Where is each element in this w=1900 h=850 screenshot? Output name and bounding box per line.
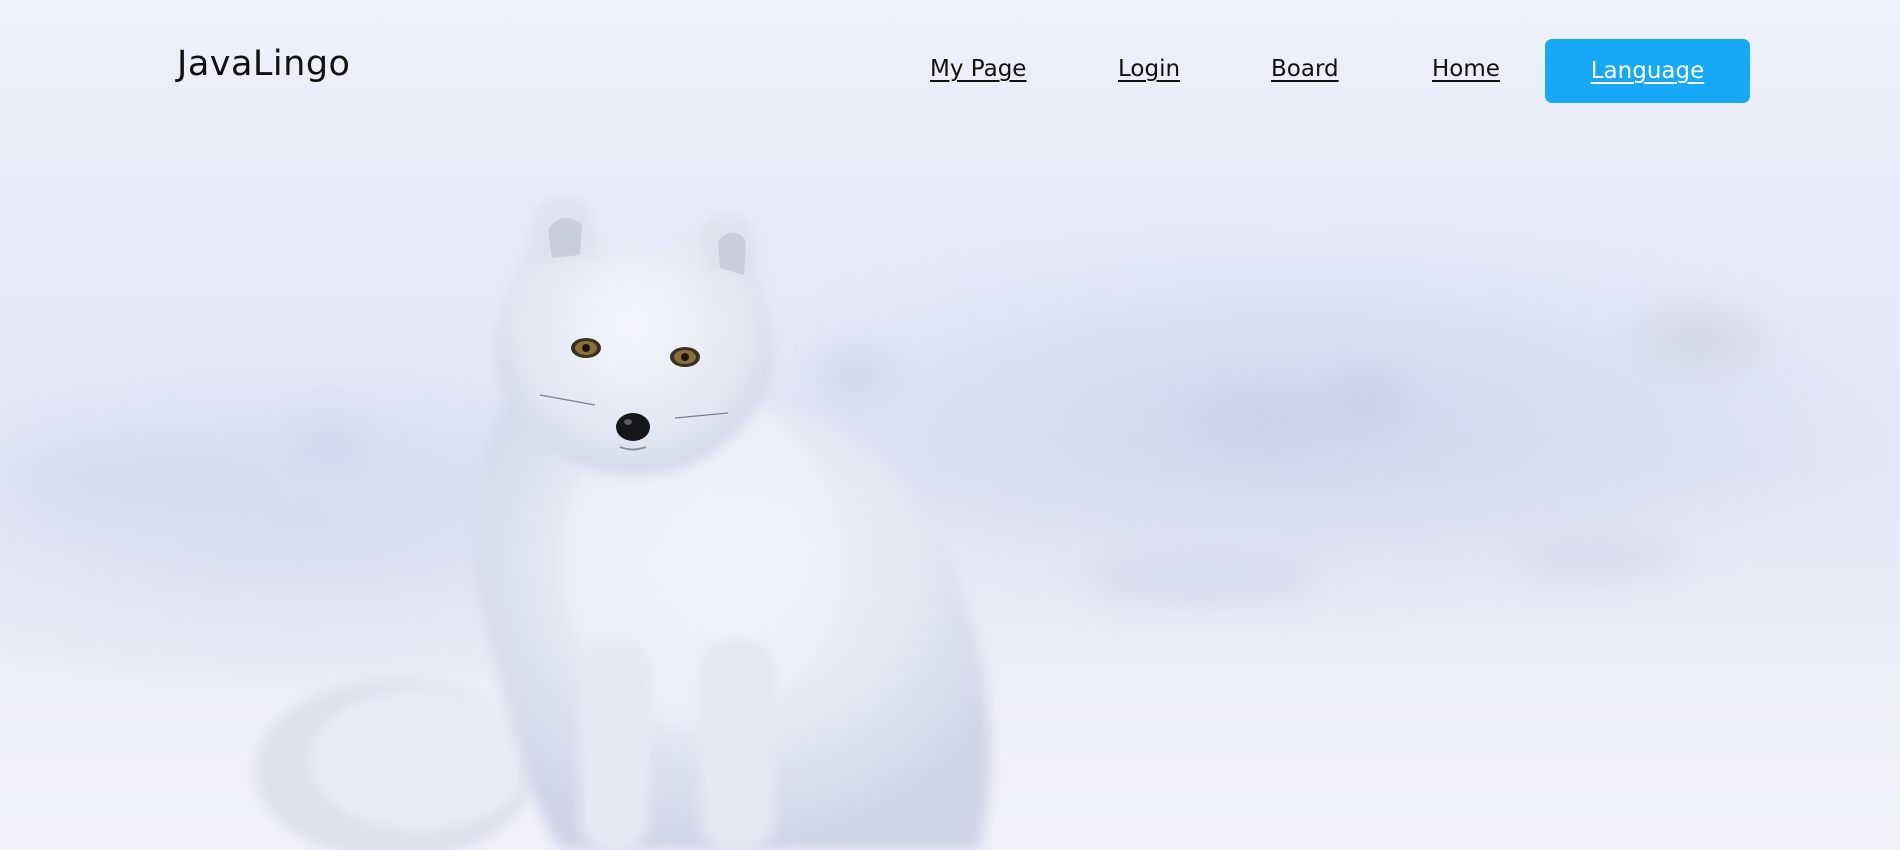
nav-my-page-link[interactable]: My Page xyxy=(930,56,1026,82)
language-button[interactable]: Language xyxy=(1545,39,1750,103)
nav-board-link[interactable]: Board xyxy=(1271,56,1339,82)
nav-login-link[interactable]: Login xyxy=(1118,56,1180,82)
nav-home-link[interactable]: Home xyxy=(1432,56,1500,82)
top-navigation: JavaLingo My Page Login Board Home Langu… xyxy=(0,0,1900,140)
logo[interactable]: JavaLingo xyxy=(177,44,350,84)
page: JavaLingo My Page Login Board Home Langu… xyxy=(0,0,1900,850)
